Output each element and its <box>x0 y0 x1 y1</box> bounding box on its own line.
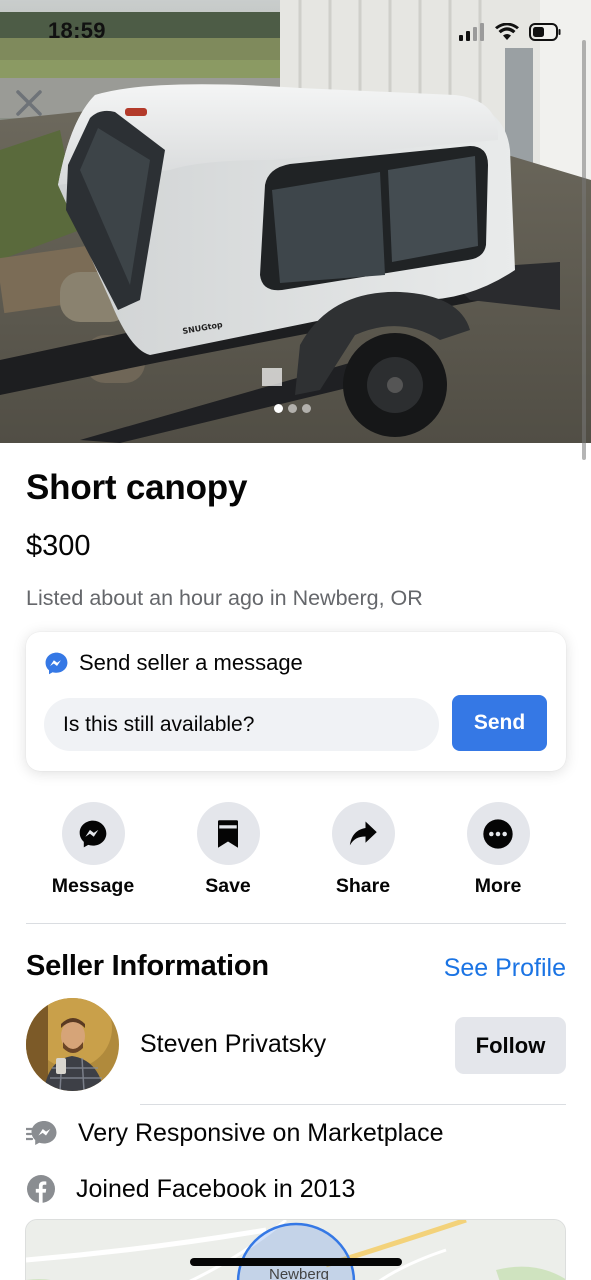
share-action-circle[interactable] <box>331 802 395 865</box>
action-row: Message Save Share More <box>0 802 591 902</box>
listing-photo[interactable]: SNUGtop 18:59 <box>0 0 591 443</box>
messenger-icon <box>79 820 107 847</box>
close-icon[interactable] <box>14 88 44 118</box>
message-input[interactable] <box>44 698 439 751</box>
home-indicator[interactable] <box>190 1258 402 1266</box>
seller-fact-responsive-text: Very Responsive on Marketplace <box>78 1118 444 1147</box>
battery-icon <box>529 23 561 41</box>
seller-avatar[interactable] <box>26 998 119 1091</box>
status-time: 18:59 <box>48 18 106 43</box>
see-profile-link[interactable]: See Profile <box>444 954 566 983</box>
listing-title: Short canopy <box>26 468 248 507</box>
seller-avatar-photo <box>26 998 119 1091</box>
messenger-icon <box>45 652 68 674</box>
responsive-bolt-icon <box>26 1121 57 1145</box>
more-action-label: More <box>474 875 522 897</box>
map-place-label: Newberg <box>269 1266 330 1280</box>
seller-fact-joined-text: Joined Facebook in 2013 <box>76 1174 356 1203</box>
wifi-icon <box>495 23 519 40</box>
photo-dot-3[interactable] <box>302 404 311 413</box>
photo-dot-2[interactable] <box>288 404 297 413</box>
message-action-circle[interactable] <box>61 802 125 865</box>
share-action-label: Share <box>335 875 391 897</box>
seller-fact-responsive: Very Responsive on Marketplace <box>26 1118 443 1148</box>
seller-divider <box>140 1104 566 1105</box>
cellular-signal-icon <box>459 23 484 41</box>
status-icons <box>459 20 561 44</box>
photo-pagination[interactable] <box>274 404 311 413</box>
listing-meta[interactable]: Listed about an hour ago in Newberg, OR <box>26 586 423 611</box>
save-action-label: Save <box>205 875 251 897</box>
section-divider <box>26 923 566 924</box>
facebook-icon <box>27 1175 55 1203</box>
more-action-button[interactable]: More <box>433 802 563 898</box>
message-action-button[interactable]: Message <box>28 802 158 898</box>
location-map[interactable]: Newberg <box>25 1219 566 1280</box>
message-action-label: Message <box>51 875 135 897</box>
photo-dot-1[interactable] <box>274 404 283 413</box>
share-action-button[interactable]: Share <box>298 802 428 898</box>
more-dots-icon <box>483 818 513 849</box>
status-bar: 18:59 <box>0 0 591 62</box>
send-message-heading-text: Send seller a message <box>79 650 303 675</box>
seller-name[interactable]: Steven Privatsky <box>140 1030 326 1059</box>
bookmark-icon <box>218 819 238 848</box>
send-message-heading: Send seller a message <box>44 650 303 676</box>
send-message-card: Send seller a message Send <box>26 632 566 771</box>
send-button[interactable]: Send <box>452 695 547 751</box>
more-action-circle[interactable] <box>466 802 530 865</box>
listing-price: $300 <box>26 530 91 562</box>
scrollbar[interactable] <box>582 40 586 460</box>
share-arrow-icon <box>349 821 377 845</box>
canopy-photo-image: SNUGtop <box>0 0 591 443</box>
seller-info-heading: Seller Information <box>26 950 269 982</box>
seller-fact-joined: Joined Facebook in 2013 <box>26 1174 355 1204</box>
follow-button[interactable]: Follow <box>455 1017 566 1074</box>
save-action-button[interactable]: Save <box>163 802 293 898</box>
save-action-circle[interactable] <box>196 802 260 865</box>
